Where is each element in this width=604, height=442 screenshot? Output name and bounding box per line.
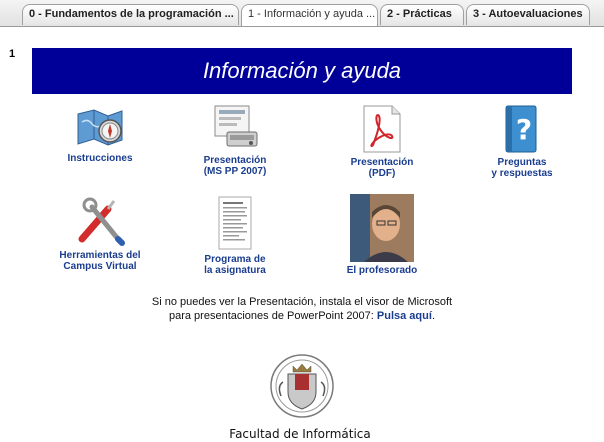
item-profesorado[interactable]: El profesorado bbox=[317, 194, 447, 276]
notice-line2: para presentaciones de PowerPoint 2007: bbox=[168, 310, 377, 322]
item-label[interactable]: El profesorado bbox=[317, 265, 447, 276]
download-viewer-link[interactable]: Pulsa aquí bbox=[377, 310, 432, 322]
content-area: 1 Información y ayuda Instrucciones Pres… bbox=[0, 27, 604, 442]
pdf-icon[interactable] bbox=[354, 104, 410, 154]
svg-text:?: ? bbox=[516, 113, 532, 146]
item-preguntas[interactable]: ? Preguntas y respuestas bbox=[457, 104, 587, 179]
item-presentacion-pdf[interactable]: Presentación (PDF) bbox=[317, 104, 447, 179]
item-presentacion-ppt[interactable]: Presentación (MS PP 2007) bbox=[170, 104, 300, 177]
item-instrucciones[interactable]: Instrucciones bbox=[35, 104, 165, 164]
university-seal-icon bbox=[270, 354, 334, 418]
item-label[interactable]: Instrucciones bbox=[35, 153, 165, 164]
item-label[interactable]: Presentación (PDF) bbox=[317, 157, 447, 179]
tools-icon[interactable] bbox=[72, 197, 128, 247]
notice-line1: Si no puedes ver la Presentación, instal… bbox=[151, 296, 453, 308]
teacher-photo[interactable] bbox=[350, 194, 414, 262]
item-label[interactable]: Preguntas y respuestas bbox=[457, 157, 587, 179]
item-label[interactable]: Programa de la asignatura bbox=[170, 254, 300, 276]
viewer-notice: Si no puedes ver la Presentación, instal… bbox=[102, 295, 502, 323]
item-programa[interactable]: Programa de la asignatura bbox=[170, 195, 300, 276]
tab-fundamentos[interactable]: 0 - Fundamentos de la programación ... bbox=[22, 4, 239, 25]
item-herramientas[interactable]: Herramientas del Campus Virtual bbox=[35, 197, 165, 272]
tab-informacion-ayuda[interactable]: 1 - Información y ayuda ... bbox=[241, 4, 378, 26]
map-compass-icon[interactable] bbox=[72, 104, 128, 150]
tab-practicas[interactable]: 2 - Prácticas bbox=[380, 4, 464, 25]
section-number: 1 bbox=[9, 48, 16, 60]
item-label[interactable]: Presentación (MS PP 2007) bbox=[170, 155, 300, 177]
faculty-name: Facultad de Informática bbox=[229, 427, 371, 441]
question-book-icon[interactable]: ? bbox=[494, 104, 550, 154]
item-label[interactable]: Herramientas del Campus Virtual bbox=[35, 250, 165, 272]
document-icon[interactable] bbox=[207, 195, 263, 251]
tab-autoevaluaciones[interactable]: 3 - Autoevaluaciones bbox=[466, 4, 590, 25]
projector-icon[interactable] bbox=[207, 104, 263, 152]
notice-end: . bbox=[431, 310, 435, 322]
page-title: Información y ayuda bbox=[32, 48, 572, 94]
tab-bar: 0 - Fundamentos de la programación ... 1… bbox=[0, 0, 604, 27]
